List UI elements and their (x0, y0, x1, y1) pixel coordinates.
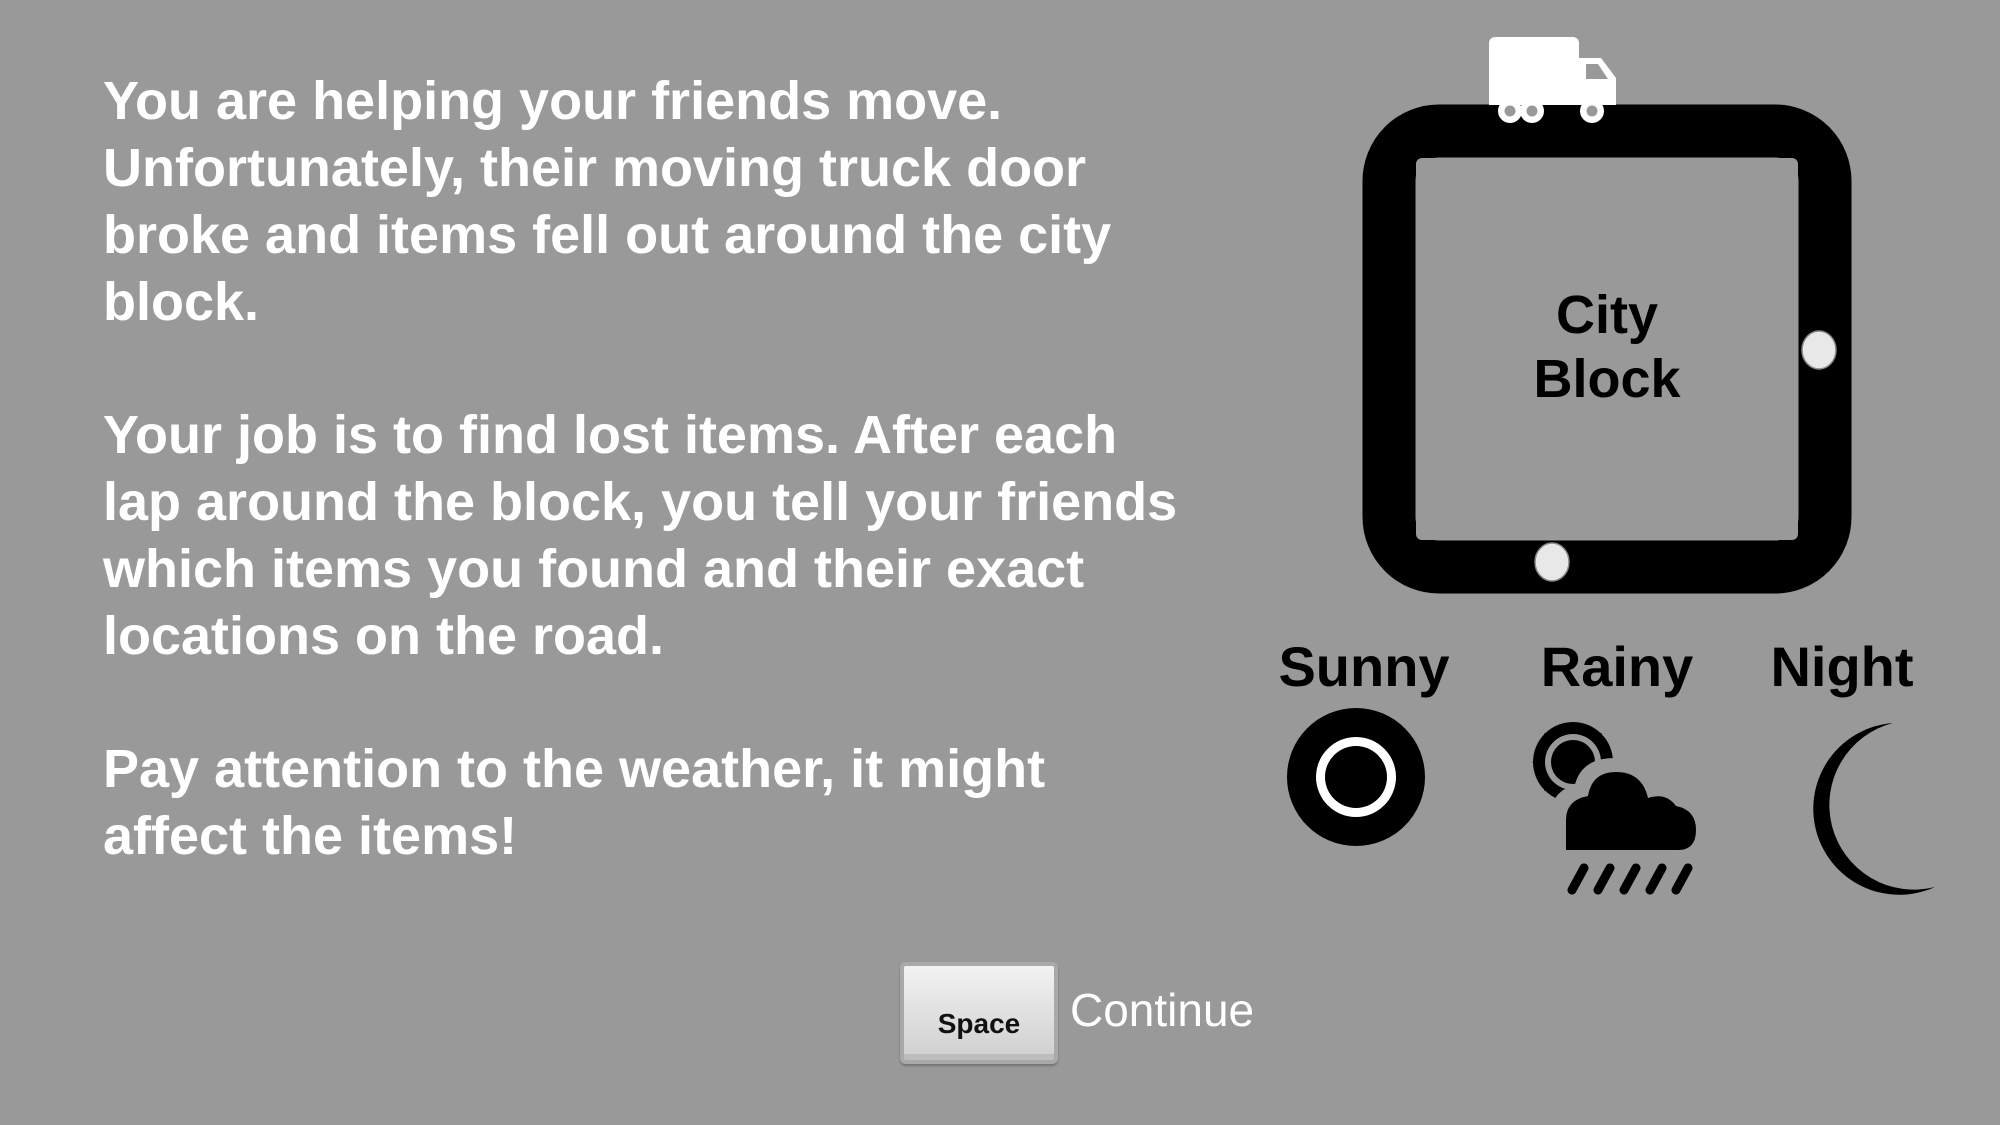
space-key-label: Space (937, 1008, 1021, 1039)
city-block-label-line1: City (1555, 285, 1658, 345)
city-block-label: City Block (1415, 283, 1799, 411)
space-key-button[interactable]: Space (900, 962, 1058, 1064)
weather-label-night: Night (1770, 635, 1914, 698)
task-diagram (1287, 37, 1935, 895)
weather-label-sunny: Sunny (1278, 635, 1450, 698)
moon-icon (1813, 723, 1935, 895)
lost-item-marker (1801, 330, 1837, 370)
sun-cloud-rain-icon (1532, 722, 1711, 895)
sun-icon (1287, 708, 1425, 846)
city-block-label-line2: Block (1533, 349, 1681, 409)
lost-item-marker (1534, 542, 1570, 582)
continue-label: Continue (1070, 984, 1255, 1036)
weather-label-rainy: Rainy (1540, 635, 1694, 698)
